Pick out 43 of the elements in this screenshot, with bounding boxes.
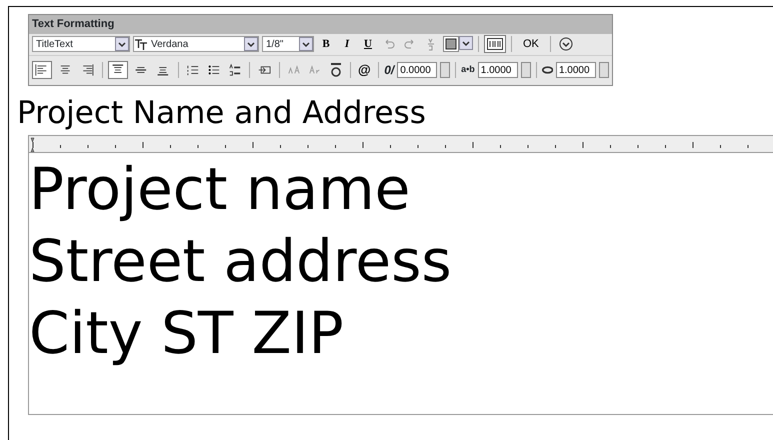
bullet-list-icon <box>208 63 220 77</box>
font-dropdown[interactable]: Verdana <box>133 36 259 52</box>
chevron-down-icon <box>558 37 573 51</box>
numbered-list-icon <box>187 63 200 77</box>
color-dropdown[interactable] <box>443 36 473 52</box>
align-left-icon <box>35 62 49 78</box>
undo-icon <box>383 39 395 49</box>
width-factor-icon <box>542 65 553 75</box>
text-height-dropdown[interactable]: 1/8" <box>262 36 314 52</box>
overline-icon <box>330 63 342 77</box>
stack-fraction-icon <box>427 37 435 51</box>
redo-icon <box>404 39 416 49</box>
spinner[interactable] <box>598 62 610 78</box>
align-right-icon <box>80 62 94 78</box>
color-swatch-icon <box>443 36 459 52</box>
tracking-label: a•b <box>461 63 475 76</box>
justify-left-button[interactable] <box>32 61 52 79</box>
vertical-top-button[interactable] <box>108 61 128 79</box>
oblique-angle-label: 0/ <box>384 62 394 79</box>
spinner[interactable] <box>520 62 531 78</box>
lowercase-icon <box>308 64 321 76</box>
text-line: Street address <box>29 226 453 296</box>
ruler[interactable] <box>28 134 773 152</box>
oblique-angle-field[interactable]: 0.0000 <box>397 62 438 78</box>
lettered-list-icon <box>229 63 242 77</box>
width-factor-field[interactable]: 1.0000 <box>556 62 596 78</box>
bold-button[interactable]: B <box>317 35 335 53</box>
heading-text: Project Name and Address <box>17 94 427 130</box>
spinner[interactable] <box>440 62 450 78</box>
ruler-toggle-button[interactable] <box>484 35 506 53</box>
ok-button[interactable]: OK <box>517 35 545 53</box>
text-line: Project name <box>29 154 412 224</box>
toolbar-title: Text Formatting <box>29 15 612 34</box>
symbol-button[interactable]: @ <box>355 61 374 79</box>
text-editor-box[interactable]: Project name Street address City ST ZIP <box>28 152 773 414</box>
text-line: City ST ZIP <box>29 298 345 368</box>
underline-button[interactable]: U <box>359 35 377 53</box>
style-dropdown[interactable]: TitleText <box>32 36 130 52</box>
tracking-field[interactable]: 1.0000 <box>478 62 518 78</box>
uppercase-icon <box>288 64 300 76</box>
font-icon <box>134 38 148 50</box>
ruler-icon <box>487 38 503 50</box>
italic-button[interactable]: I <box>338 35 356 53</box>
